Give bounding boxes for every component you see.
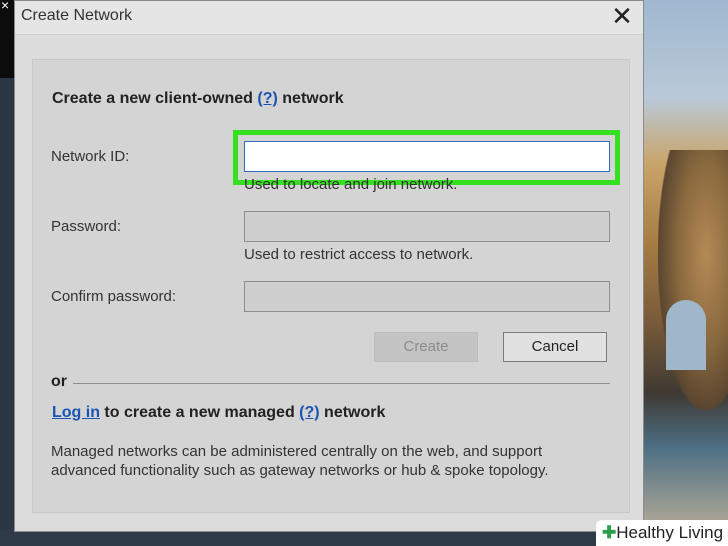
create-network-dialog: Create Network ✕ Create a new client-own…	[14, 0, 644, 532]
background-close-glyph: ×	[1, 0, 10, 13]
or-separator-label: or	[51, 373, 67, 390]
cancel-button[interactable]: Cancel	[503, 332, 607, 362]
managed-text-middle: to create a new managed	[99, 404, 300, 421]
confirm-password-label: Confirm password:	[51, 288, 177, 305]
background-landscape	[644, 0, 728, 546]
separator-line	[73, 383, 610, 384]
network-id-input[interactable]	[244, 141, 610, 172]
managed-network-line: Log in to create a new managed (?) netwo…	[52, 404, 385, 422]
network-form-panel: Create a new client-owned (?) network Ne…	[32, 59, 630, 513]
create-button[interactable]: Create	[374, 332, 478, 362]
close-icon[interactable]: ✕	[607, 3, 637, 31]
rock-formation	[658, 150, 728, 410]
dialog-title: Create Network	[21, 7, 133, 24]
network-id-hint: Used to locate and join network.	[244, 176, 458, 193]
password-hint: Used to restrict access to network.	[244, 246, 474, 263]
password-input[interactable]	[244, 211, 610, 242]
managed-text-suffix: network	[319, 404, 386, 421]
network-id-label: Network ID:	[51, 148, 130, 165]
watermark-text: Healthy Living	[616, 523, 724, 542]
title-bar: Create Network ✕	[15, 1, 643, 35]
confirm-password-input[interactable]	[244, 281, 610, 312]
healthy-living-watermark: ✚Healthy Living	[596, 520, 728, 546]
plus-logo-icon: ✚	[602, 523, 617, 542]
managed-description: Managed networks can be administered cen…	[51, 443, 549, 479]
form-heading: Create a new client-owned (?) network	[52, 90, 344, 108]
rock-arch	[666, 300, 706, 370]
client-owned-help-link[interactable]: (?)	[257, 90, 277, 107]
password-label: Password:	[51, 218, 122, 235]
heading-prefix: Create a new client-owned	[52, 90, 258, 107]
log-in-link[interactable]: Log in	[52, 404, 100, 421]
managed-help-link[interactable]: (?)	[299, 404, 319, 421]
heading-suffix: network	[277, 90, 344, 107]
